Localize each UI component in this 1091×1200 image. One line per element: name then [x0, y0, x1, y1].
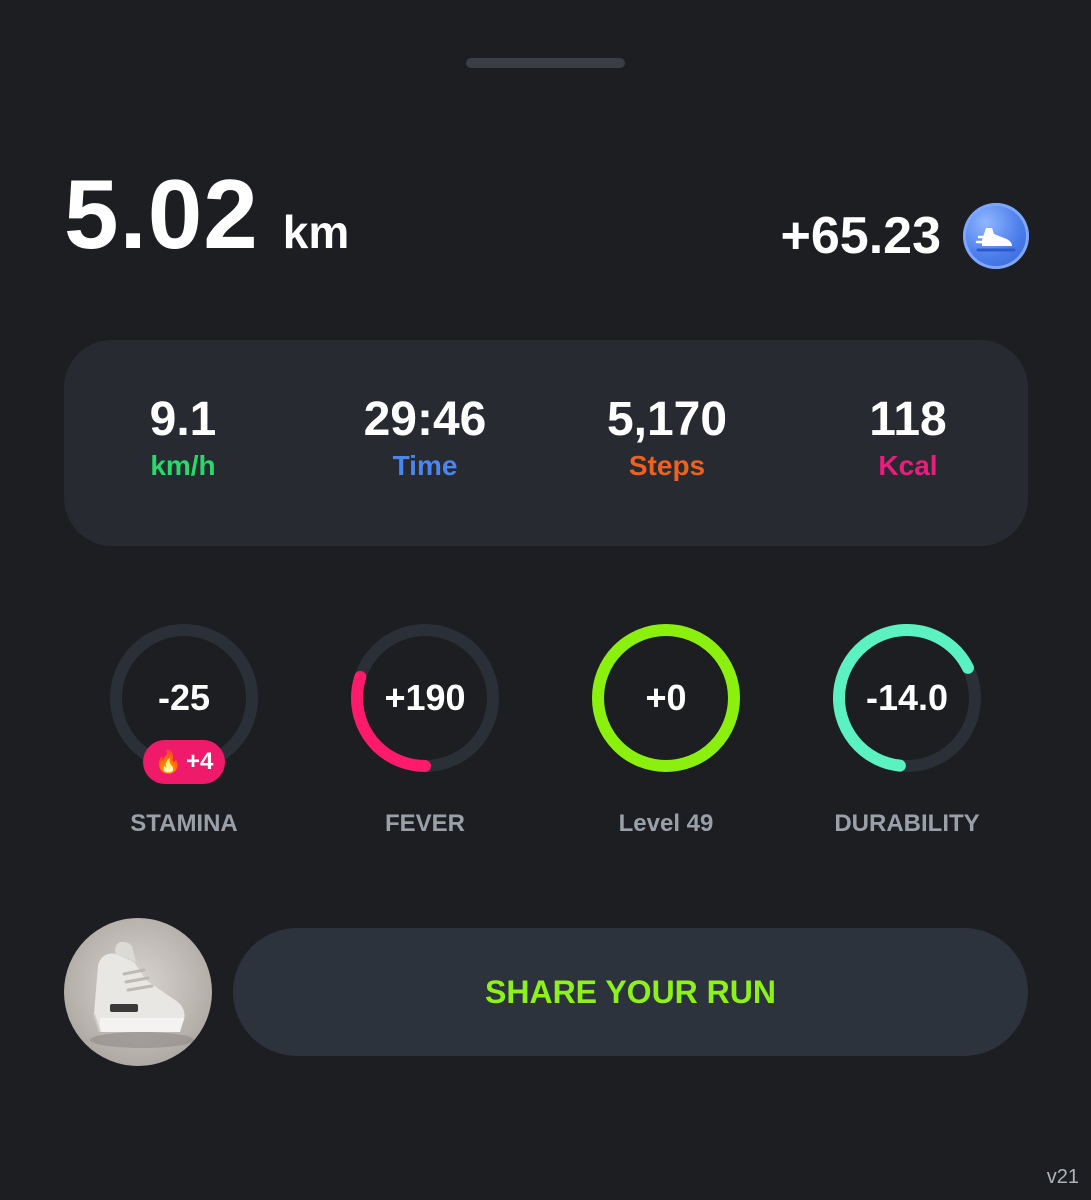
gauge-value: -14.0	[865, 677, 949, 718]
drag-handle[interactable]	[466, 58, 625, 68]
stat-speed: 9.1 km/h	[83, 392, 283, 482]
sneaker-token-icon	[963, 203, 1029, 269]
sneaker-image[interactable]	[64, 918, 212, 1066]
stat-steps: 5,170 Steps	[567, 392, 767, 482]
reward-value: +65.23	[780, 207, 942, 265]
gauge-label-fever: FEVER	[384, 810, 465, 837]
gauge-durability: -14.0	[831, 622, 983, 774]
stat-kcal: 118 Kcal	[808, 392, 1008, 482]
stat-value: 5,170	[606, 393, 728, 446]
stat-label: Kcal	[878, 450, 938, 481]
distance-value: 5.02	[64, 159, 259, 269]
stat-label: km/h	[150, 450, 216, 481]
gauge-label-stamina: STAMINA	[130, 810, 238, 837]
stat-value: 118	[869, 393, 947, 446]
gauge-value: +190	[384, 677, 466, 718]
gauge-label-durability: DURABILITY	[834, 810, 980, 837]
stat-label: Time	[392, 450, 458, 481]
distance-unit: km	[282, 206, 350, 258]
gauge-level: +0	[590, 622, 742, 774]
stamina-bonus-badge: 🔥 +4	[143, 740, 225, 784]
version-label: v21	[1046, 1166, 1079, 1188]
gauge-label-level: Level 49	[618, 810, 714, 837]
run-reward: +65.23	[780, 203, 1029, 269]
stat-label: Steps	[628, 450, 706, 481]
run-distance: 5.02 km	[64, 158, 349, 271]
fire-icon: 🔥	[154, 749, 183, 774]
gauge-value: +0	[645, 677, 687, 718]
stat-value: 29:46	[363, 393, 487, 446]
share-run-button[interactable]: SHARE YOUR RUN	[233, 928, 1028, 1056]
run-stats-card: 9.1 km/h 29:46 Time 5,170 Steps 118 Kcal	[64, 340, 1028, 546]
stamina-bonus-value: +4	[186, 748, 214, 775]
gauge-fever: +190	[349, 622, 501, 774]
stat-time: 29:46 Time	[325, 392, 525, 482]
stat-value: 9.1	[149, 393, 217, 446]
